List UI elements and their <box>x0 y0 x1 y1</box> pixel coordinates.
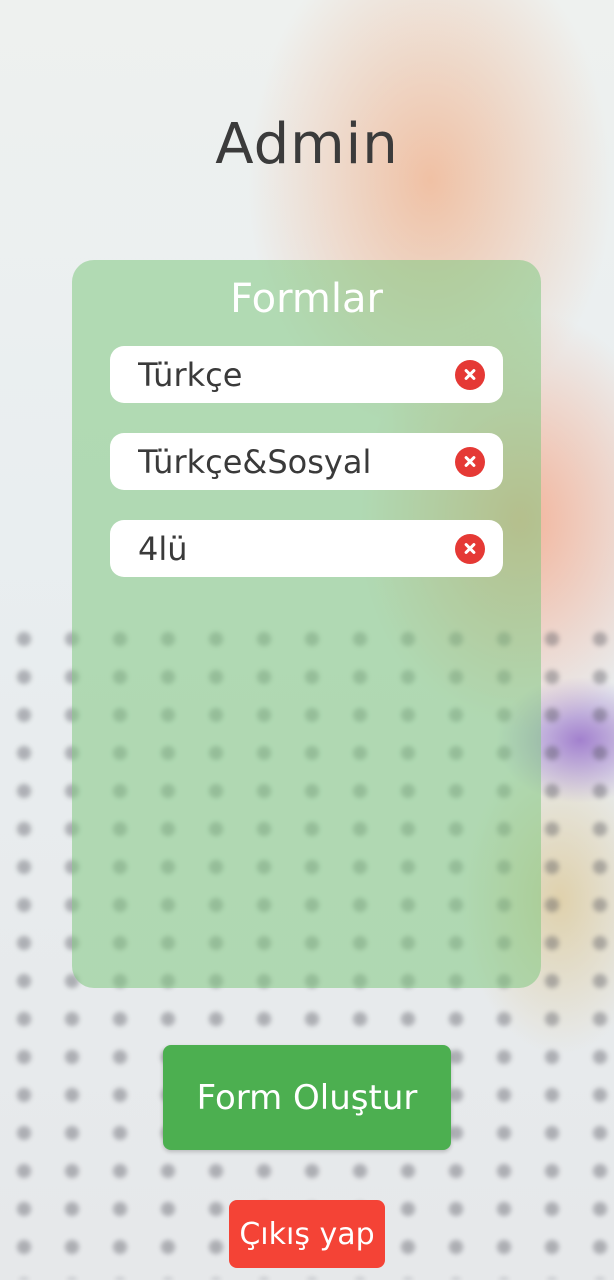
form-list-item[interactable]: Türkçe <box>110 346 503 403</box>
close-circle-icon[interactable] <box>455 359 485 390</box>
page-title: Admin <box>215 112 399 177</box>
logout-button[interactable]: Çıkış yap <box>229 1200 385 1268</box>
create-form-button[interactable]: Form Oluştur <box>163 1045 451 1150</box>
form-list-item[interactable]: Türkçe&Sosyal <box>110 433 503 490</box>
form-item-label: Türkçe&Sosyal <box>138 442 372 481</box>
close-circle-icon[interactable] <box>455 533 485 564</box>
form-list-item[interactable]: 4lü <box>110 520 503 577</box>
form-item-label: 4lü <box>138 529 188 568</box>
form-item-label: Türkçe <box>138 355 243 394</box>
close-circle-icon[interactable] <box>455 446 485 477</box>
forms-panel-title: Formlar <box>230 276 383 322</box>
